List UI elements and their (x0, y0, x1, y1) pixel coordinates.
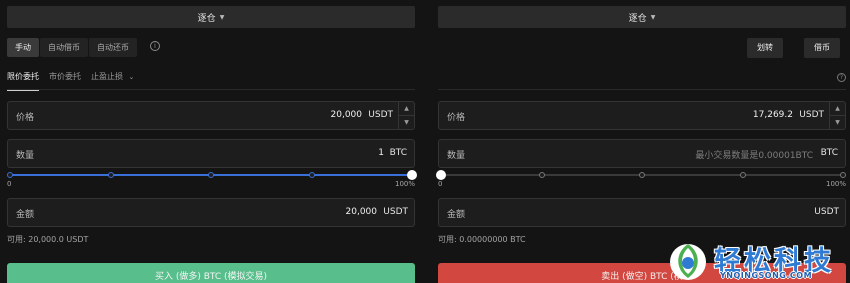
slider-tick[interactable] (7, 172, 13, 178)
help-icon[interactable]: ? (837, 73, 846, 82)
buy-button[interactable]: 买入 (做多) BTC (模拟交易) (7, 263, 415, 283)
slider-tick[interactable] (840, 172, 846, 178)
chevron-down-icon[interactable]: ▼ (830, 115, 845, 129)
tab-auto-repay[interactable]: 自动还币 (89, 38, 137, 57)
transfer-button[interactable]: 划转 (747, 38, 783, 58)
quantity-label: 数量 (447, 151, 466, 161)
margin-mode-label: 逐仓 (197, 13, 216, 24)
price-label: 价格 (447, 113, 466, 123)
slider-min-label: 0 (438, 180, 443, 188)
quantity-slider[interactable]: 0 100% (7, 170, 417, 191)
available-balance: 可用: 0.00000000 BTC (438, 235, 526, 244)
chevron-down-icon: ▼ (219, 13, 225, 21)
tab-limit-order[interactable]: 限价委托 (7, 71, 39, 91)
divider (438, 89, 846, 90)
price-unit: USDT (368, 110, 393, 120)
tab-manual[interactable]: 手动 (7, 38, 39, 57)
tab-market-order[interactable]: 市价委托 (49, 71, 81, 85)
quantity-field[interactable]: 数量 1 BTC (7, 139, 415, 168)
slider-max-label: 100% (825, 180, 846, 188)
quantity-slider[interactable]: 0 100% (436, 170, 846, 191)
amount-label: 金额 (16, 210, 35, 220)
divider (7, 89, 415, 90)
slider-tick[interactable] (107, 172, 114, 178)
quantity-label: 数量 (16, 151, 35, 161)
quantity-unit: BTC (820, 148, 838, 158)
quantity-unit: BTC (389, 148, 407, 158)
slider-tick[interactable] (208, 172, 214, 178)
chevron-down-icon: ⌄ (128, 73, 135, 81)
amount-unit: USDT (814, 207, 839, 217)
amount-field[interactable]: 金额 USDT (438, 198, 846, 227)
price-field[interactable]: 价格 17,269.2 USDT ▲ ▼ (438, 101, 846, 130)
slider-tick[interactable] (308, 172, 315, 178)
slider-min-label: 0 (7, 180, 12, 188)
order-type-tabs: 限价委托 市价委托 止盈止损 ⌄ (7, 71, 144, 91)
tab-auto-borrow[interactable]: 自动借币 (40, 38, 88, 57)
slider-tick[interactable] (739, 172, 746, 178)
borrow-button[interactable]: 借币 (804, 38, 840, 58)
amount-unit: USDT (383, 207, 408, 217)
margin-mode-select[interactable]: 逐仓 ▼ (438, 6, 846, 28)
quantity-placeholder: 最小交易数量是0.00001BTC (695, 151, 813, 161)
chevron-up-icon[interactable]: ▲ (830, 102, 845, 115)
tab-stop-order[interactable]: 止盈止损 ⌄ (91, 71, 134, 85)
info-icon[interactable]: i (150, 41, 160, 51)
slider-max-label: 100% (394, 180, 415, 188)
amount-label: 金额 (447, 210, 466, 220)
watermark-logo-icon (670, 244, 706, 280)
borrow-mode-tabs: 手动 自动借币 自动还币 (7, 38, 138, 57)
amount-field[interactable]: 金额 20,000 USDT (7, 198, 415, 227)
slider-tick[interactable] (639, 172, 645, 178)
slider-handle[interactable] (436, 170, 446, 180)
watermark: 轻松科技 YNQINGSONG.COM (662, 238, 850, 283)
quantity-value: 1 (378, 148, 384, 158)
price-value: 20,000 (330, 110, 363, 120)
price-label: 价格 (16, 113, 35, 123)
watermark-url: YNQINGSONG.COM (720, 271, 813, 280)
chevron-up-icon[interactable]: ▲ (399, 102, 414, 115)
slider-handle[interactable] (407, 170, 417, 180)
amount-value: 20,000 (345, 207, 378, 217)
available-balance: 可用: 20,000.0 USDT (7, 235, 89, 244)
price-field[interactable]: 价格 20,000 USDT ▲ ▼ (7, 101, 415, 130)
chevron-down-icon: ▼ (650, 13, 656, 21)
price-stepper: ▲ ▼ (829, 102, 845, 129)
price-value: 17,269.2 (752, 110, 793, 120)
quantity-field[interactable]: 数量 最小交易数量是0.00001BTC BTC (438, 139, 846, 168)
margin-mode-label: 逐仓 (628, 13, 647, 24)
tab-stop-order-label: 止盈止损 (91, 72, 123, 81)
buy-panel: 逐仓 ▼ 手动 自动借币 自动还币 i 限价委托 市价委托 止盈止损 ⌄ 价格 … (7, 0, 417, 283)
price-stepper: ▲ ▼ (398, 102, 414, 129)
slider-tick[interactable] (538, 172, 545, 178)
margin-mode-select[interactable]: 逐仓 ▼ (7, 6, 415, 28)
chevron-down-icon[interactable]: ▼ (399, 115, 414, 129)
price-unit: USDT (799, 110, 824, 120)
